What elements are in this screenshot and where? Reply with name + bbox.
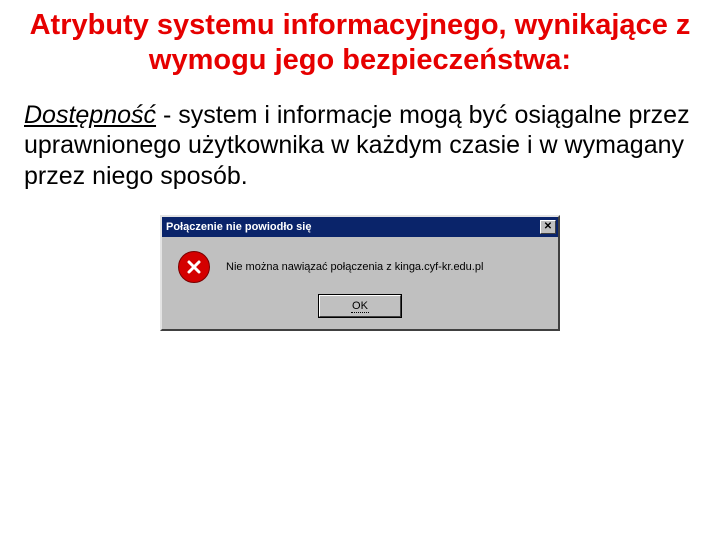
ok-button[interactable]: OK xyxy=(319,295,401,317)
definition-term: Dostępność xyxy=(24,101,156,129)
dialog-message: Nie można nawiązać połączenia z kinga.cy… xyxy=(226,261,483,273)
dialog-titlebar: Połączenie nie powiodło się ✕ xyxy=(162,217,558,237)
close-button[interactable]: ✕ xyxy=(540,220,556,234)
close-icon: ✕ xyxy=(544,221,552,232)
error-dialog: Połączenie nie powiodło się ✕ Nie można … xyxy=(160,215,560,331)
dialog-title: Połączenie nie powiodło się xyxy=(166,221,540,233)
slide-heading: Atrybuty systemu informacyjnego, wynikaj… xyxy=(24,8,696,78)
error-icon xyxy=(178,251,210,283)
body-paragraph: Dostępność - system i informacje mogą by… xyxy=(24,100,696,192)
ok-button-label: OK xyxy=(351,300,369,313)
